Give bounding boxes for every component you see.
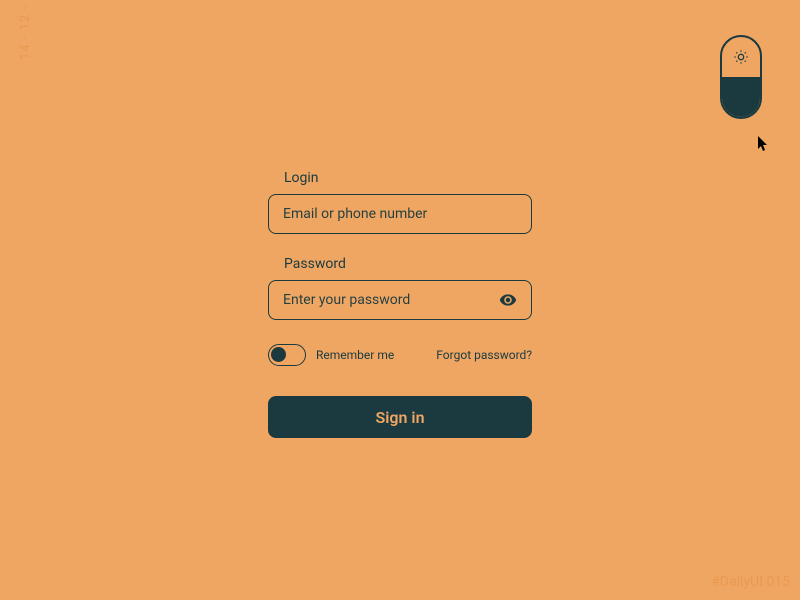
forgot-password-link[interactable]: Forgot password? (436, 348, 532, 362)
login-form: Login Email or phone number Password Ent… (268, 170, 532, 438)
password-input[interactable]: Enter your password (268, 280, 532, 320)
sun-icon (733, 49, 749, 65)
toggle-knob (271, 347, 286, 362)
password-placeholder: Enter your password (283, 292, 410, 308)
password-field-group: Password Enter your password (268, 256, 532, 320)
footer-tag: #DailyUI 015 (711, 574, 790, 590)
remember-group: Remember me (268, 344, 394, 366)
login-field-group: Login Email or phone number (268, 170, 532, 234)
theme-toggle[interactable] (720, 35, 762, 119)
cursor-icon (758, 136, 770, 152)
password-label: Password (284, 256, 532, 272)
theme-toggle-light (722, 37, 760, 77)
options-row: Remember me Forgot password? (268, 344, 532, 366)
signin-button[interactable]: Sign in (268, 396, 532, 438)
login-label: Login (284, 170, 532, 186)
date-label: 14 - 12 - 2021 (18, 0, 33, 60)
remember-toggle[interactable] (268, 344, 306, 366)
eye-icon[interactable] (499, 291, 517, 309)
login-placeholder: Email or phone number (283, 206, 427, 222)
theme-toggle-dark (722, 77, 760, 117)
login-input[interactable]: Email or phone number (268, 194, 532, 234)
remember-label: Remember me (316, 348, 394, 362)
